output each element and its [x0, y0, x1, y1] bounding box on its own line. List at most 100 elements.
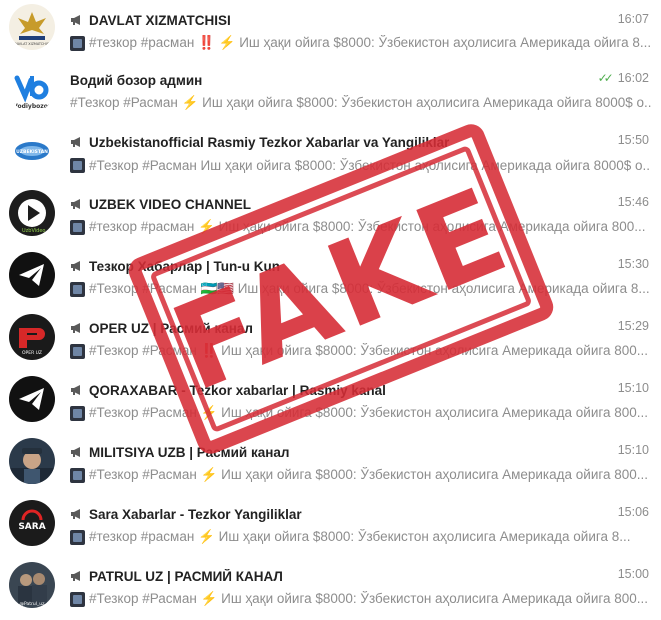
chat-time-text: 15:00	[617, 567, 649, 581]
chat-list-item[interactable]: QORAXABAR - Tezkor xabarlar | Rasmiy kan…	[0, 368, 661, 430]
chat-time-text: 15:50	[617, 133, 649, 147]
chat-title: Водий бозор админ	[70, 72, 203, 88]
chat-time-text: 16:02	[617, 71, 649, 85]
chat-time: 15:00	[618, 567, 649, 581]
channel-megaphone-icon	[71, 137, 80, 147]
chat-title-line: DAVLAT XIZMATCHISI	[70, 11, 649, 29]
lightning-emoji-icon: ⚡	[181, 95, 199, 110]
chat-title: Sara Xabarlar - Tezkor Yangiliklar	[89, 506, 302, 522]
chat-time: ✓✓ 16:02	[598, 71, 649, 85]
svg-text:Vodiybozor: Vodiybozor	[13, 103, 51, 110]
chat-title-line: Sara Xabarlar - Tezkor Yangiliklar	[70, 505, 649, 523]
chat-title-line: Uzbekistanofficial Rasmiy Tezkor Xabarla…	[70, 133, 649, 151]
officer-photo-icon	[9, 438, 55, 484]
channel-megaphone-icon	[71, 385, 80, 395]
chat-title: Uzbekistanofficial Rasmiy Tezkor Xabarla…	[89, 134, 450, 150]
chat-list-item[interactable]: Тезкор Хабарлар | Tun-u Kun 15:30 #Тезкор …	[0, 244, 661, 306]
chat-list-item[interactable]: DAVLAT XIZMATCHISI DAVLAT XIZMATCHISI 16:0…	[0, 0, 661, 58]
preview-message: Иш ҳақи ойига $8000: Ўзбекистон аҳолисиг…	[237, 281, 650, 296]
chat-title-line: MILITSIYA UZB | Расмий канал	[70, 443, 649, 461]
preview-message: Иш ҳақи ойига $8000: Ўзбекистон аҳолисиг…	[218, 529, 631, 544]
preview-message: Иш ҳақи ойига $8000: Ўзбекистон аҳолисиг…	[221, 405, 649, 420]
svg-text:UzbVideo: UzbVideo	[22, 228, 45, 234]
chat-title: MILITSIYA UZB | Расмий канал	[89, 444, 290, 460]
media-thumbnail-icon	[70, 467, 85, 483]
lightning-emoji-icon: ⚡	[200, 405, 218, 420]
chat-title: OPER UZ | Расмий канал	[89, 320, 253, 336]
chat-time-text: 15:06	[617, 505, 649, 519]
chat-list-item[interactable]: Vodiybozor Водий бозор админ ✓✓ 16:02 #Тезко…	[0, 58, 661, 120]
chat-title-line: Тезкор Хабарлар | Tun-u Kun	[70, 257, 649, 275]
chat-list: DAVLAT XIZMATCHISI DAVLAT XIZMATCHISI 16:0…	[0, 0, 661, 620]
paper-plane-icon	[9, 252, 55, 298]
chat-title-line: PATRUL UZ | РАСМИЙ КАНАЛ	[70, 567, 649, 585]
chat-time-text: 15:30	[617, 257, 649, 271]
chat-preview-text: #Тезкор #Расман 🇺🇿 🇺🇸 Иш ҳақи ойига $800…	[89, 281, 650, 297]
media-thumbnail-icon	[70, 219, 85, 235]
preview-emoji: ‼️	[198, 35, 215, 50]
chat-preview: #Тезкор #Расман ⚡ Иш ҳақи ойига $8000: Ў…	[70, 589, 651, 609]
chat-list-item[interactable]: UzbVideo UZBEK VIDEO CHANNEL 15:46 #тезкор …	[0, 182, 661, 244]
chat-preview: #тезкор #расман ⚡ Иш ҳақи ойига $8000: Ў…	[70, 217, 651, 237]
paper-plane-icon	[9, 376, 55, 422]
preview-message: Иш ҳақи ойига $8000: Ўзбекистон аҳолисиг…	[239, 35, 651, 50]
preview-hashtags: #Тезкор #Расман	[89, 343, 201, 358]
channel-megaphone-icon	[71, 571, 80, 581]
chat-title: Тезкор Хабарлар | Tun-u Kun	[89, 258, 280, 274]
chat-time: 15:10	[618, 381, 649, 395]
chat-time: 15:30	[618, 257, 649, 271]
chat-preview: #Тезкор #Расман ‼️ Иш ҳақи ойига $8000: …	[70, 341, 651, 361]
preview-message: Иш ҳақи ойига $8000: Ўзбекистон аҳолисиг…	[200, 157, 651, 173]
chat-time: 15:46	[618, 195, 649, 209]
chat-preview-text: #тезкор #расман ⚡ Иш ҳақи ойига $8000: Ў…	[89, 529, 631, 545]
preview-hashtags: #Тезкор #Расман	[70, 95, 182, 110]
chat-list-item[interactable]: @Patrul_uz PATRUL UZ | РАСМИЙ КАНАЛ 15:00 #…	[0, 554, 661, 616]
lightning-emoji-icon: ⚡	[218, 35, 236, 50]
chat-time-text: 15:29	[617, 319, 649, 333]
chat-preview-text: #Тезкор #Расман ⚡ Иш ҳақи ойига $8000: Ў…	[70, 95, 651, 111]
channel-megaphone-icon	[71, 323, 80, 333]
chat-preview: #Тезкор #Расман ⚡ Иш ҳақи ойига $8000: Ў…	[70, 403, 651, 423]
chat-preview: #тезкор #расман ⚡ Иш ҳақи ойига $8000: Ў…	[70, 527, 651, 547]
preview-emoji: 🇺🇿 🇺🇸	[200, 281, 234, 296]
chat-title: QORAXABAR - Tezkor xabarlar | Rasmiy kan…	[89, 382, 386, 398]
chat-list-item[interactable]: SARA Sara Xabarlar - Tezkor Yangiliklar 15…	[0, 492, 661, 554]
chat-title-line: QORAXABAR - Tezkor xabarlar | Rasmiy kan…	[70, 381, 649, 399]
chat-time-text: 15:10	[617, 381, 649, 395]
preview-emoji: ‼️	[200, 343, 218, 358]
chat-list-item[interactable]: UZBEKISTAN Uzbekistanofficial Rasmiy Tezk…	[0, 120, 661, 182]
chat-list-item[interactable]: MILITSIYA UZB | Расмий канал 15:10 #Тезкор…	[0, 430, 661, 492]
chat-preview-text: #Тезкор #Расман ⚡ Иш ҳақи ойига $8000: Ў…	[89, 405, 648, 421]
preview-hashtags: #Тезкор #Расман	[89, 467, 201, 482]
eagle-emblem-icon: DAVLAT XIZMATCHISI	[9, 4, 55, 50]
chat-time: 15:29	[618, 319, 649, 333]
read-checkmarks-icon: ✓✓	[597, 71, 614, 85]
chat-time: 15:10	[618, 443, 649, 457]
channel-megaphone-icon	[71, 447, 80, 457]
preview-hashtags: #Тезкор #Расман	[89, 405, 201, 420]
svg-text:@Patrul_uz: @Patrul_uz	[20, 601, 46, 607]
play-icon: UzbVideo	[9, 190, 55, 236]
media-thumbnail-icon	[70, 35, 85, 51]
preview-message: Иш ҳақи ойига $8000: Ўзбекистон аҳолисиг…	[202, 95, 651, 110]
sara-logo-icon: SARA	[9, 500, 55, 546]
chat-preview-text: #Тезкор #Расман ⚡ Иш ҳақи ойига $8000: Ў…	[89, 467, 648, 483]
chat-preview-text: #тезкор #расман ‼️ ⚡ Иш ҳақи ойига $8000…	[89, 35, 651, 51]
chat-preview-text: #Тезкор #Расман ‼️ Иш ҳақи ойига $8000: …	[89, 343, 648, 359]
channel-megaphone-icon	[71, 261, 80, 271]
chat-list-item[interactable]: OPER UZ OPER UZ | Расмий канал 15:29 #Тезко…	[0, 306, 661, 368]
lightning-emoji-icon: ⚡	[198, 219, 215, 234]
chat-preview: #Тезкор #Расман ⚡ Иш ҳақи ойига $8000: Ў…	[70, 93, 651, 113]
media-thumbnail-icon	[70, 405, 85, 421]
preview-hashtags: #Тезкор #Расман	[89, 281, 201, 296]
preview-hashtags: #тезкор #расман	[89, 529, 199, 544]
preview-message: Иш ҳақи ойига $8000: Ўзбекистон аҳолисиг…	[221, 591, 649, 606]
chat-title-line: UZBEK VIDEO CHANNEL	[70, 195, 649, 213]
lightning-emoji-icon: ⚡	[198, 529, 215, 544]
chat-title-line: OPER UZ | Расмий канал	[70, 319, 649, 337]
preview-hashtags: #Тезкор #Расман	[89, 591, 201, 606]
chat-preview-text: #Тезкор #Расман Иш ҳақи ойига $8000: Ўзб…	[89, 158, 651, 173]
lightning-emoji-icon: ⚡	[200, 467, 218, 482]
lightning-emoji-icon: ⚡	[200, 591, 218, 606]
preview-hashtags: #тезкор #расман	[89, 219, 199, 234]
